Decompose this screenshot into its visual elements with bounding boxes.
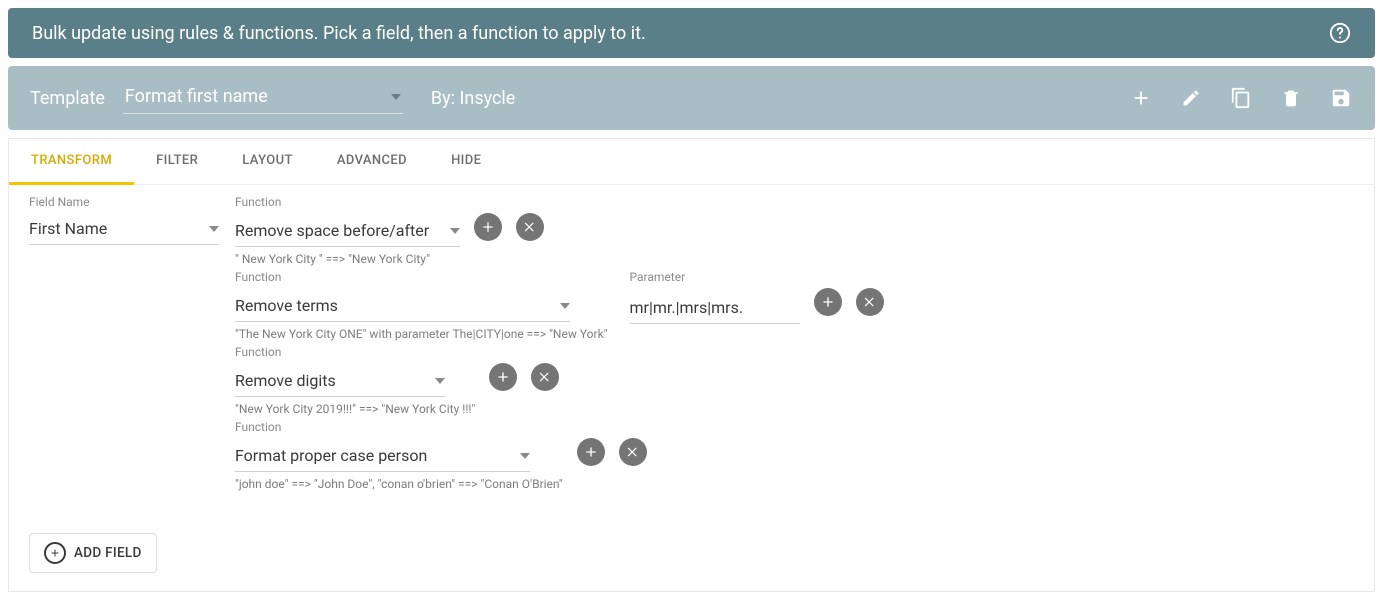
add-field-label: ADD FIELD [74,545,142,561]
field-name-label: Field Name [29,195,229,209]
add-function-button[interactable] [474,213,502,241]
remove-function-button[interactable] [516,213,544,241]
function-select-2[interactable]: Remove terms [235,292,570,322]
function-label: Function [235,345,475,359]
field-name-value: First Name [29,219,209,238]
function-label: Function [235,420,563,434]
help-icon[interactable] [1329,22,1351,44]
chevron-down-icon [560,303,570,309]
tab-advanced[interactable]: ADVANCED [315,139,429,184]
tab-hide[interactable]: HIDE [429,139,503,184]
function-example-3: "New York City 2019!!!" ==> "New York Ci… [235,402,475,416]
function-value-2: Remove terms [235,296,560,315]
template-author: By: Insycle [431,88,515,109]
tab-layout[interactable]: LAYOUT [220,139,315,184]
add-template-button[interactable] [1129,86,1153,110]
template-label: Template [30,88,105,109]
remove-function-button[interactable] [619,438,647,466]
copy-template-button[interactable] [1229,86,1253,110]
chevron-down-icon [450,228,460,234]
add-function-button[interactable] [489,363,517,391]
plus-circle-icon [44,542,66,564]
function-select-3[interactable]: Remove digits [235,367,445,397]
function-label: Function [235,270,608,284]
function-example-2: "The New York City ONE" with parameter T… [235,327,608,341]
add-field-button[interactable]: ADD FIELD [29,533,157,573]
template-select[interactable]: Format first name [123,82,403,114]
tabs: TRANSFORM FILTER LAYOUT ADVANCED HIDE [9,139,1374,185]
delete-template-button[interactable] [1279,86,1303,110]
remove-function-button[interactable] [531,363,559,391]
template-toolbar: Template Format first name By: Insycle [8,66,1375,130]
chevron-down-icon [391,94,401,100]
config-panel: TRANSFORM FILTER LAYOUT ADVANCED HIDE Fi… [8,138,1375,592]
add-function-button[interactable] [814,288,842,316]
function-value-4: Format proper case person [235,446,520,465]
function-value-1: Remove space before/after [235,221,450,240]
info-banner: Bulk update using rules & functions. Pic… [8,8,1375,58]
tab-transform[interactable]: TRANSFORM [9,139,134,185]
edit-template-button[interactable] [1179,86,1203,110]
parameter-input[interactable] [630,294,800,324]
function-select-1[interactable]: Remove space before/after [235,217,460,247]
parameter-label: Parameter [630,270,800,284]
template-select-value: Format first name [125,86,391,107]
save-template-button[interactable] [1329,86,1353,110]
add-function-button[interactable] [577,438,605,466]
chevron-down-icon [209,226,219,232]
tab-filter[interactable]: FILTER [134,139,220,184]
chevron-down-icon [435,378,445,384]
chevron-down-icon [520,453,530,459]
function-value-3: Remove digits [235,371,435,390]
remove-function-button[interactable] [856,288,884,316]
field-name-select[interactable]: First Name [29,215,219,245]
function-example-1: " New York City " ==> "New York City" [235,252,460,266]
banner-text: Bulk update using rules & functions. Pic… [32,23,646,44]
function-select-4[interactable]: Format proper case person [235,442,530,472]
function-example-4: "john doe" ==> "John Doe", "conan o'brie… [235,477,563,491]
function-label: Function [235,195,460,209]
